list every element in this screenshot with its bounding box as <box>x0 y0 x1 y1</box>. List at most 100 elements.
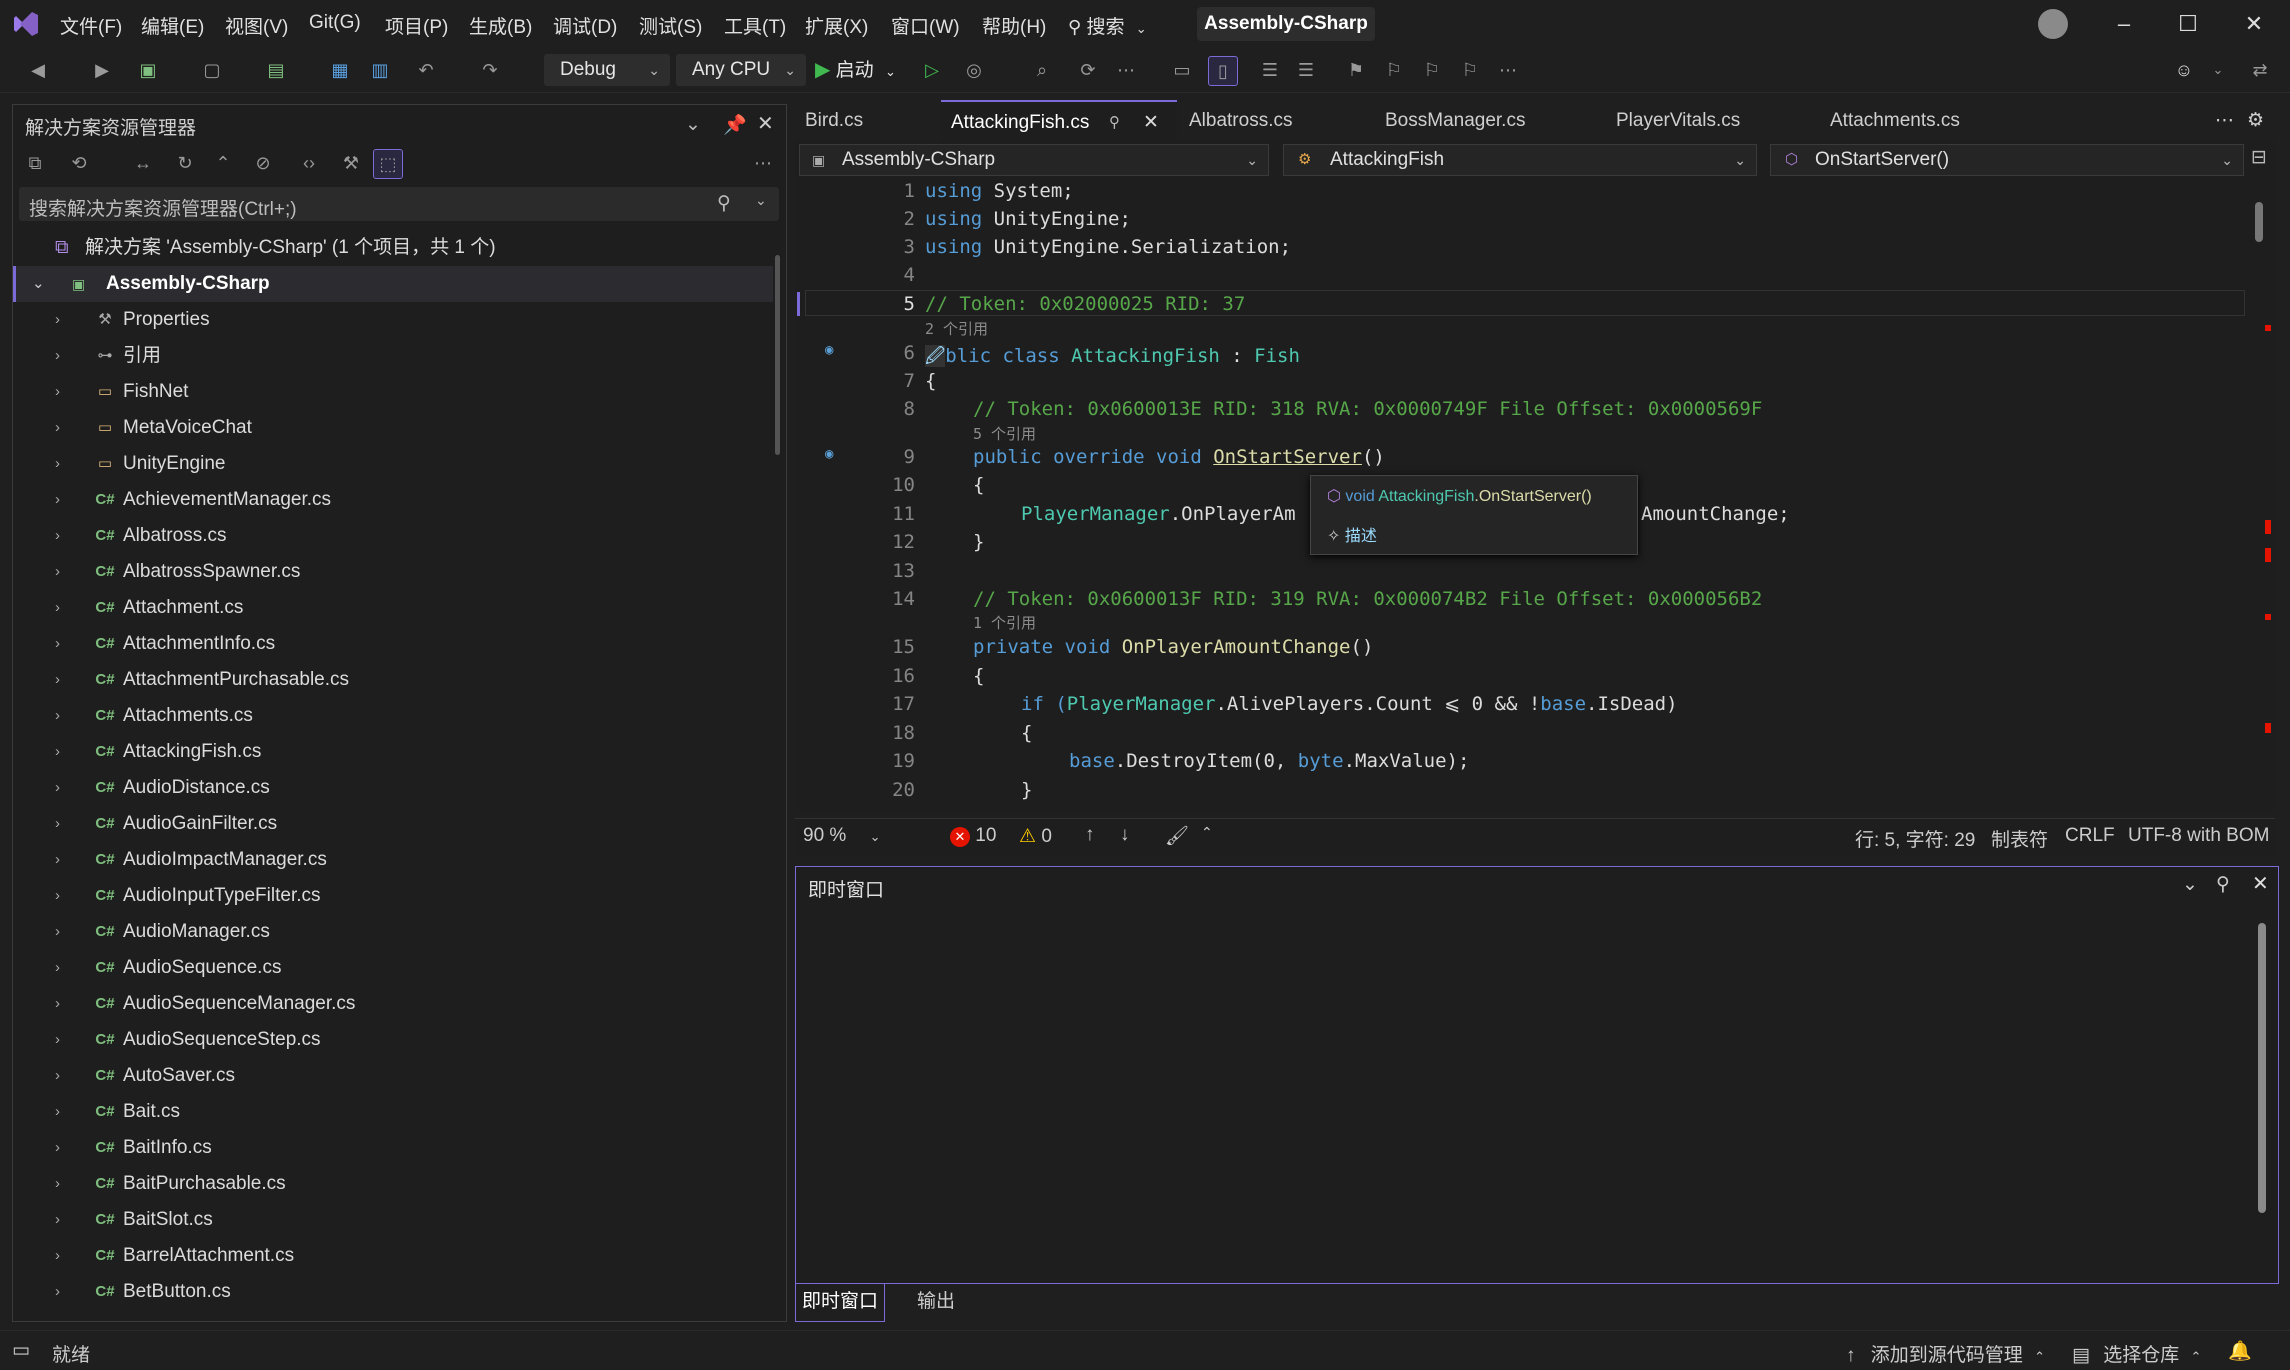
chevron-right-icon[interactable]: › <box>55 1166 60 1202</box>
zoom-dropdown[interactable]: 90 % ⌄ <box>803 825 881 847</box>
chevron-right-icon[interactable]: › <box>55 590 60 626</box>
chevron-right-icon[interactable]: › <box>55 1058 60 1094</box>
breakpoint-glyph-icon[interactable]: ◉ <box>825 342 833 358</box>
menu-build[interactable]: 生成(B) <box>469 12 532 39</box>
tree-item[interactable]: › C# BaitSlot.cs <box>13 1202 773 1238</box>
chevron-down-icon[interactable]: ⌄ <box>685 113 701 136</box>
menu-tools[interactable]: 工具(T) <box>724 12 786 39</box>
chevron-right-icon[interactable]: › <box>55 626 60 662</box>
error-count[interactable]: ✕ 10 <box>950 825 996 847</box>
tree-item[interactable]: › C# AchievementManager.cs <box>13 482 773 518</box>
code-cleanup-icon[interactable]: 🖌 <box>1165 824 1189 848</box>
immediate-window-panel[interactable]: 即时窗口 ⌄ ⚲ ✕ <box>795 866 2279 1284</box>
menu-window[interactable]: 窗口(W) <box>891 12 960 39</box>
chevron-right-icon[interactable]: › <box>55 734 60 770</box>
configuration-dropdown[interactable]: Debug ⌄ <box>544 54 670 86</box>
collapse-all-icon[interactable]: ⌃ <box>209 149 237 177</box>
chevron-right-icon[interactable]: › <box>55 986 60 1022</box>
chevron-right-icon[interactable]: › <box>55 878 60 914</box>
sync-icon[interactable]: ↔ <box>129 149 157 177</box>
search-button[interactable]: ⚲ 搜索 ⌄ <box>1068 12 1147 39</box>
tree-item[interactable]: › C# AlbatrossSpawner.cs <box>13 554 773 590</box>
chevron-down-icon[interactable]: ⌄ <box>755 192 767 209</box>
tree-item[interactable]: › C# Bait.cs <box>13 1094 773 1130</box>
chevron-right-icon[interactable]: › <box>55 518 60 554</box>
save-all-icon[interactable]: ▥ <box>366 56 394 84</box>
cursor-position[interactable]: 行: 5, 字符: 29 <box>1855 825 1975 852</box>
tooltip-describe[interactable]: ✧ 描述 <box>1327 522 1377 546</box>
tree-item[interactable]: › C# BaitInfo.cs <box>13 1130 773 1166</box>
save-icon[interactable]: ▦ <box>326 56 354 84</box>
chevron-up-icon[interactable]: ⌃ <box>1201 824 1213 841</box>
menu-project[interactable]: 项目(P) <box>385 12 448 39</box>
comment-icon[interactable]: ▭ <box>1168 56 1196 84</box>
chevron-right-icon[interactable]: › <box>55 302 60 338</box>
code-view-icon[interactable]: ‹› <box>295 149 323 177</box>
chevron-right-icon[interactable]: › <box>55 374 60 410</box>
more-icon[interactable]: ⋯ <box>1494 56 1522 84</box>
menu-debug[interactable]: 调试(D) <box>553 12 617 39</box>
menu-file[interactable]: 文件(F) <box>60 12 122 39</box>
breakpoint-glyph-icon[interactable]: ◉ <box>825 446 833 462</box>
menu-extensions[interactable]: 扩展(X) <box>805 12 868 39</box>
chevron-right-icon[interactable]: › <box>55 662 60 698</box>
chevron-down-icon[interactable]: ⌄ <box>2182 873 2198 896</box>
maximize-icon[interactable]: ☐ <box>2168 8 2208 40</box>
properties-icon[interactable]: ⚒ <box>337 149 365 177</box>
preview-icon[interactable]: ⬚ <box>373 149 403 179</box>
menu-test[interactable]: 测试(S) <box>639 12 702 39</box>
indentation[interactable]: 制表符 <box>1991 825 2048 852</box>
scroll-thumb[interactable] <box>2255 202 2263 242</box>
chevron-right-icon[interactable]: › <box>55 482 60 518</box>
chevron-down-icon[interactable]: ⌄ <box>32 266 45 302</box>
show-all-files-icon[interactable]: ⊘ <box>249 149 277 177</box>
output-icon[interactable]: ▭ <box>12 1339 30 1362</box>
clear-bookmarks-icon[interactable]: ⚐ <box>1456 56 1484 84</box>
find-in-files-icon[interactable]: ⌕ <box>1028 56 1056 84</box>
tab-bird[interactable]: Bird.cs <box>805 100 935 140</box>
chevron-right-icon[interactable]: › <box>55 554 60 590</box>
warning-count[interactable]: ⚠ 0 <box>1019 825 1052 848</box>
close-icon[interactable]: ✕ <box>1143 102 1159 144</box>
tree-item[interactable]: › C# AudioDistance.cs <box>13 770 773 806</box>
tree-item[interactable]: › C# AudioImpactManager.cs <box>13 842 773 878</box>
chevron-right-icon[interactable]: › <box>55 806 60 842</box>
copilot-icon[interactable]: ☺ <box>2170 56 2198 84</box>
chevron-right-icon[interactable]: › <box>55 914 60 950</box>
close-icon[interactable]: ✕ <box>757 111 774 136</box>
tree-item[interactable]: › C# AudioGainFilter.cs <box>13 806 773 842</box>
bookmark-icon[interactable]: ⚑ <box>1342 56 1370 84</box>
pin-icon[interactable]: ⚲ <box>2216 873 2230 896</box>
editor-scrollbar[interactable] <box>2247 180 2271 810</box>
tree-item[interactable]: › C# AudioSequenceManager.cs <box>13 986 773 1022</box>
chevron-right-icon[interactable]: › <box>55 1094 60 1130</box>
outdent-icon[interactable]: ☰ <box>1256 56 1284 84</box>
tree-item[interactable]: › C# AudioSequenceStep.cs <box>13 1022 773 1058</box>
tree-item[interactable]: › C# Attachment.cs <box>13 590 773 626</box>
close-icon[interactable]: ✕ <box>2234 8 2274 40</box>
tab-playervitals[interactable]: PlayerVitals.cs <box>1616 100 1740 140</box>
previous-issue-icon[interactable]: ↑ <box>1085 824 1095 846</box>
tab-albatross[interactable]: Albatross.cs <box>1189 100 1292 140</box>
chevron-right-icon[interactable]: › <box>55 842 60 878</box>
switch-views-icon[interactable]: ⧉ <box>21 149 49 177</box>
more-icon[interactable]: ⋯ <box>749 149 777 177</box>
start-without-debugging-icon[interactable]: ▷ <box>918 56 946 84</box>
open-icon[interactable]: ▤ <box>262 56 290 84</box>
tab-attachments[interactable]: Attachments.cs <box>1830 100 1960 140</box>
tree-item[interactable]: › C# AttachmentPurchasable.cs <box>13 662 773 698</box>
chevron-right-icon[interactable]: › <box>55 1238 60 1274</box>
reference-count-hint[interactable]: 5 个引用 <box>973 423 1036 444</box>
tree-item[interactable]: › C# AttachmentInfo.cs <box>13 626 773 662</box>
tab-immediate[interactable]: 即时窗口 <box>795 1284 885 1322</box>
prev-bookmark-icon[interactable]: ⚐ <box>1380 56 1408 84</box>
tree-item[interactable]: › C# AutoSaver.cs <box>13 1058 773 1094</box>
menu-edit[interactable]: 编辑(E) <box>141 12 204 39</box>
reference-count-hint[interactable]: 1 个引用 <box>973 612 1036 633</box>
tree-item[interactable]: › C# BaitPurchasable.cs <box>13 1166 773 1202</box>
new-project-icon[interactable]: ▣ <box>134 56 162 84</box>
tree-item[interactable]: › ⊶ 引用 <box>13 338 773 374</box>
tree-item[interactable]: › C# AudioSequence.cs <box>13 950 773 986</box>
toggle-panel-icon[interactable]: ▯ <box>1208 56 1238 86</box>
tree-item[interactable]: › ▭ FishNet <box>13 374 773 410</box>
